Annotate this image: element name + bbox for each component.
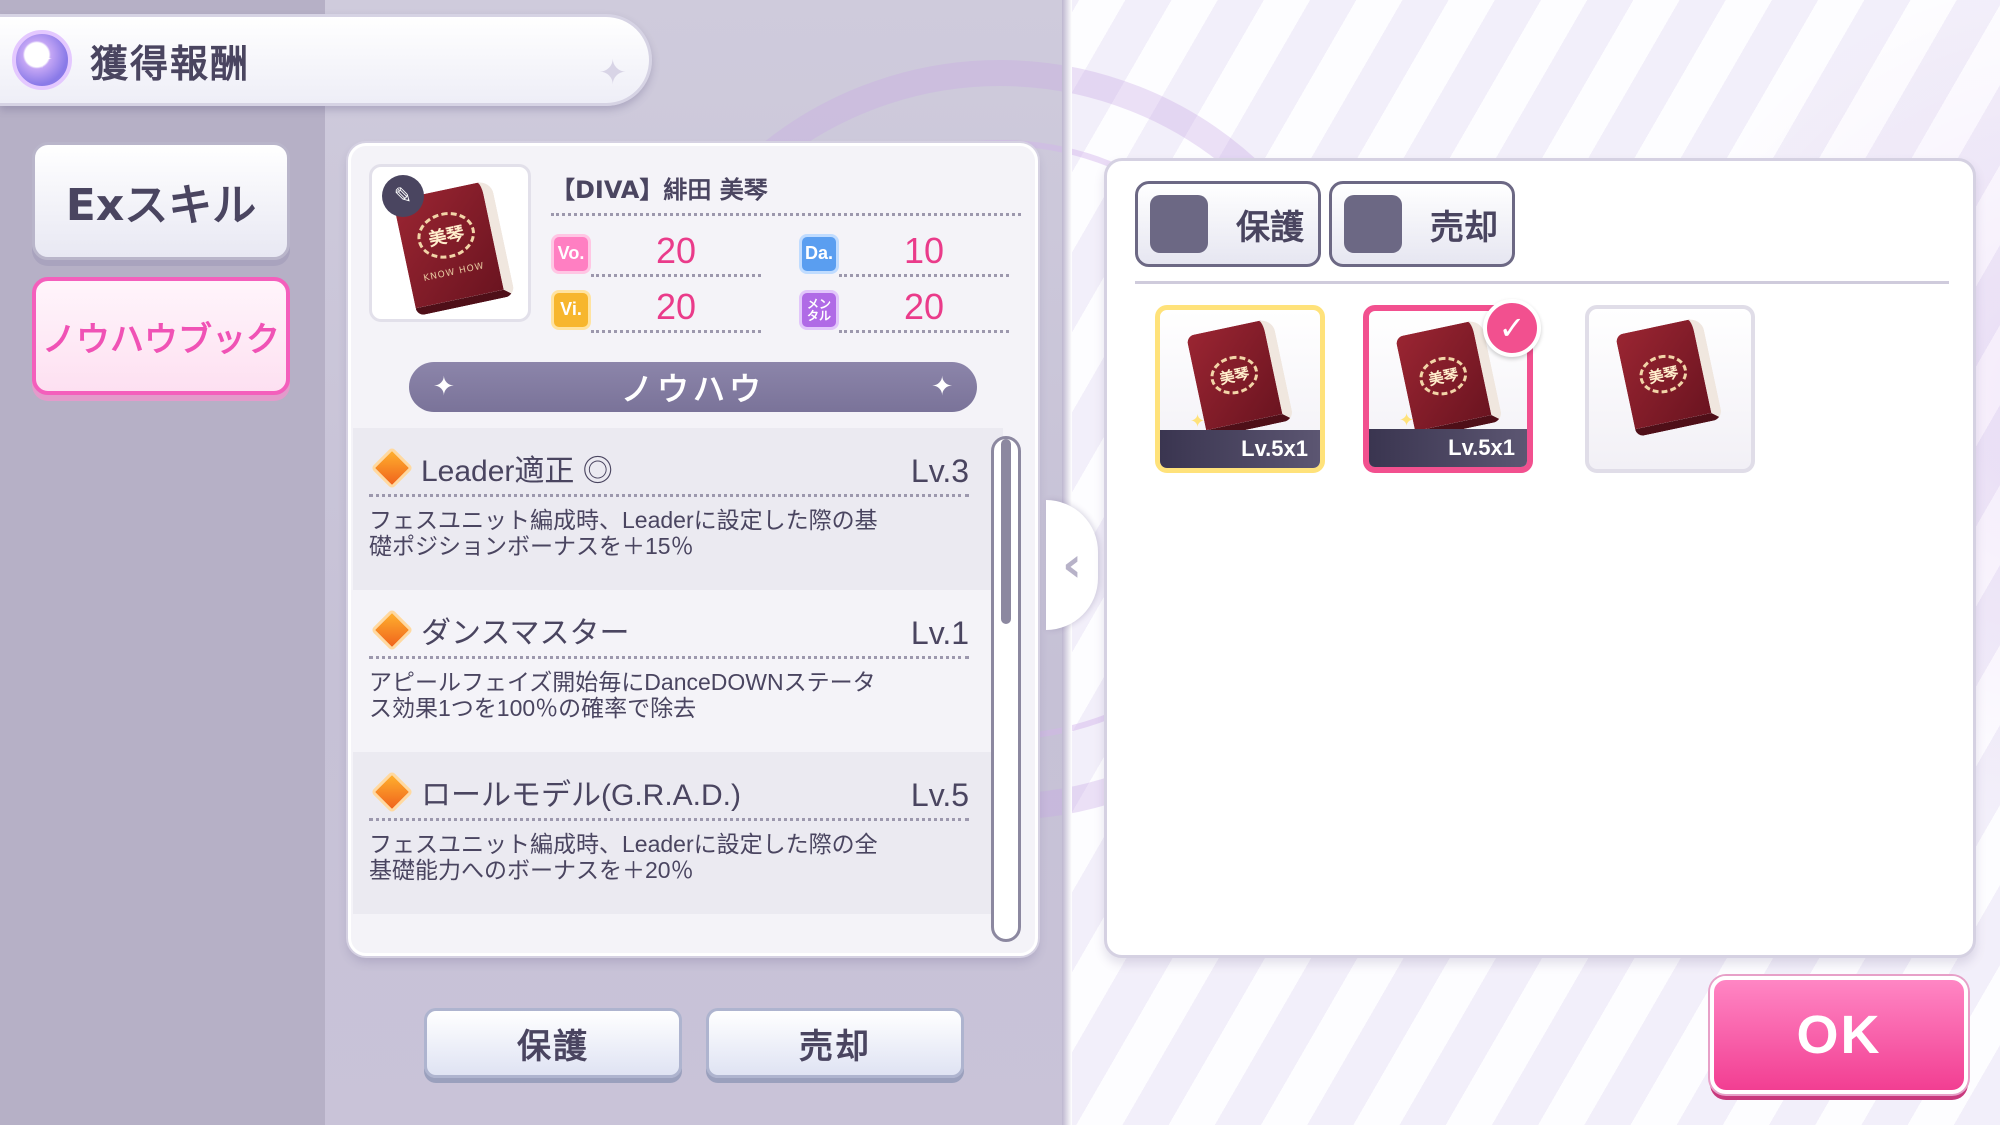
divider xyxy=(1135,281,1949,284)
skill-description: フェスユニット編成時、Leaderに設定した際の基礎ポジションボーナスを＋15％ xyxy=(369,507,878,559)
card-level: Lv.5x1 xyxy=(1369,429,1527,467)
list-item: ダンスマスター Lv.1 アピールフェイズ開始毎にDanceDOWNステータス効… xyxy=(353,590,1003,752)
skill-name: ダンスマスター xyxy=(421,617,630,650)
knowhow-section-banner: ✦ ノウハウ ✦ xyxy=(409,362,977,412)
sparkle-icon: ✦ xyxy=(598,53,628,93)
check-icon: ✓ xyxy=(1483,299,1541,357)
stat-value: 20 xyxy=(591,286,761,333)
stat-dance: Da. 10 xyxy=(799,230,1009,277)
ok-button[interactable]: OK xyxy=(1710,976,1968,1094)
vocal-badge: Vo. xyxy=(551,233,591,274)
skill-level: Lv.5 xyxy=(910,777,969,813)
skill-level: Lv.1 xyxy=(910,615,969,651)
book-emblem: 美琴 xyxy=(413,206,480,264)
tab-knowhow-book[interactable]: ノウハウブック xyxy=(32,277,290,395)
mental-badge: メンタル xyxy=(799,289,839,330)
sparkle-icon: ✦ xyxy=(433,372,455,402)
section-title: ノウハウ xyxy=(620,370,765,408)
sparkle-icon: ✦ xyxy=(1190,411,1206,432)
diamond-arrow-icon xyxy=(370,608,414,652)
stat-mental: メンタル 20 xyxy=(799,286,1009,333)
item-detail-panel: 美琴 KNOW HOW ✎ 【DIVA】緋田 美琴 Vo. 20 Da. 10 … xyxy=(348,143,1038,956)
book-emblem: 美琴 xyxy=(1635,350,1691,398)
item-name: 【DIVA】緋田 美琴 xyxy=(551,170,1021,216)
skill-list[interactable]: Leader適正 ◎ Lv.3 フェスユニット編成時、Leaderに設定した際の… xyxy=(353,428,1003,938)
sparkle-icon: ✦ xyxy=(1399,410,1415,431)
checkbox[interactable] xyxy=(1344,195,1402,253)
header-bar: ✦ 獲得報酬 ✦ xyxy=(0,14,652,106)
scrollbar-thumb[interactable] xyxy=(1001,439,1011,624)
filter-sell-label: 売却 xyxy=(1430,207,1498,248)
tab-ex-skill[interactable]: Exスキル xyxy=(32,142,290,260)
filter-protect-label: 保護 xyxy=(1236,207,1304,248)
skill-description: フェスユニット編成時、Leaderに設定した際の全基礎能力へのボーナスを＋20％ xyxy=(369,831,878,883)
pen-icon[interactable]: ✎ xyxy=(382,175,424,217)
card-level: Lv.5x1 xyxy=(1160,430,1320,468)
sparkle-icon: ✦ xyxy=(931,372,953,402)
stat-value: 10 xyxy=(839,230,1009,277)
page-title: 獲得報酬 xyxy=(90,41,251,86)
item-selection-panel: 保護 売却 美琴 ✦ Lv.5x1 美琴 ✦ Lv.5x1 ✓ 美琴 xyxy=(1104,158,1976,958)
item-thumbnail: 美琴 KNOW HOW ✎ xyxy=(369,164,531,322)
stat-value: 20 xyxy=(591,230,761,277)
book-card[interactable]: 美琴 ✦ Lv.5x1 xyxy=(1155,305,1325,473)
sell-button[interactable]: 売却 xyxy=(706,1008,964,1078)
skill-level: Lv.3 xyxy=(910,453,969,489)
stat-value: 20 xyxy=(839,286,1009,333)
skill-name: Leader適正 ◎ xyxy=(421,455,613,488)
stat-visual: Vi. 20 xyxy=(551,286,761,333)
protect-button[interactable]: 保護 xyxy=(424,1008,682,1078)
filter-sell-toggle[interactable]: 売却 xyxy=(1329,181,1515,267)
book-emblem: 美琴 xyxy=(1415,352,1471,400)
visual-badge: Vi. xyxy=(551,289,591,330)
skill-name: ロールモデル(G.R.A.D.) xyxy=(421,779,741,812)
book-card[interactable]: 美琴 xyxy=(1585,305,1755,473)
diamond-arrow-icon xyxy=(370,446,414,490)
filter-protect-toggle[interactable]: 保護 xyxy=(1135,181,1321,267)
scrollbar[interactable] xyxy=(991,436,1021,942)
skill-description: アピールフェイズ開始毎にDanceDOWNステータス効果1つを100％の確率で除… xyxy=(369,669,876,721)
dance-badge: Da. xyxy=(799,233,839,274)
list-item: Leader適正 ◎ Lv.3 フェスユニット編成時、Leaderに設定した際の… xyxy=(353,428,1003,590)
book-emblem: 美琴 xyxy=(1206,351,1262,399)
book-subtitle: KNOW HOW xyxy=(422,261,486,284)
knowhow-book-image: 美琴 xyxy=(1615,316,1723,438)
checkbox[interactable] xyxy=(1150,195,1208,253)
diamond-arrow-icon xyxy=(370,770,414,814)
stat-vocal: Vo. 20 xyxy=(551,230,761,277)
list-item: ロールモデル(G.R.A.D.) Lv.5 フェスユニット編成時、Leaderに… xyxy=(353,752,1003,914)
reward-medal-icon: ✦ xyxy=(12,30,72,90)
